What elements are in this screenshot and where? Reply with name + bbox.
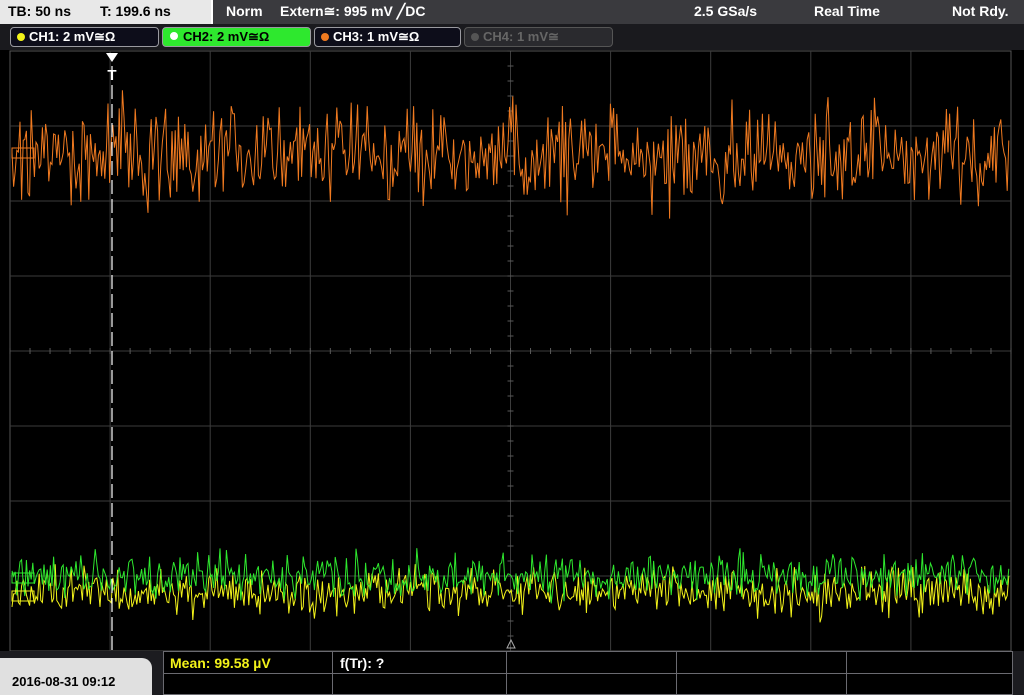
trigger-frequency-measurement: f(Tr): ? [340,655,385,671]
datetime-label: 2016-08-31 09:12 [12,674,116,689]
datetime-box: 2016-08-31 09:12 [0,658,152,695]
mean-measurement: Mean: 99.58 µV [170,655,271,671]
measurement-divider [676,652,677,694]
measurement-divider [164,673,1012,674]
measurement-divider [846,652,847,694]
trigger-marker-label: T [107,67,116,84]
measurement-divider [506,652,507,694]
waveform-display[interactable]: T [0,0,1024,651]
measurement-panel[interactable]: Mean: 99.58 µV f(Tr): ? [163,651,1013,695]
measurement-divider [332,652,333,694]
